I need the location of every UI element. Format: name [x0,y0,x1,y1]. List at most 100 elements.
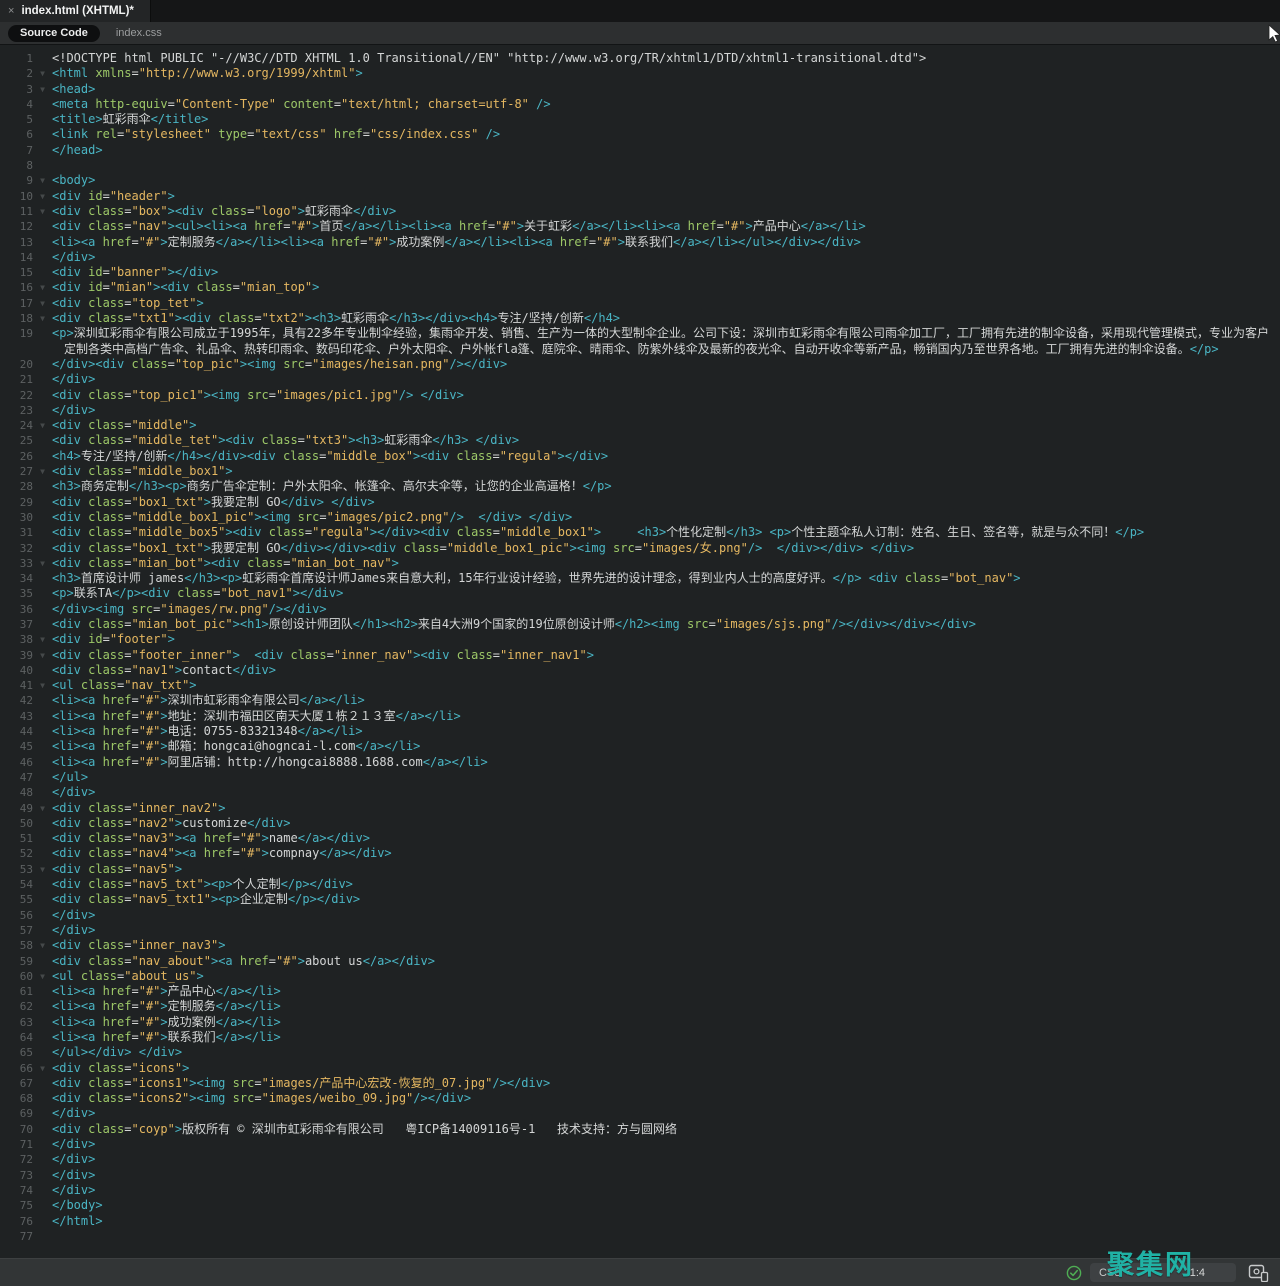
fold-triangle-icon[interactable]: ▼ [33,204,52,219]
code-line[interactable]: 44<li><a href="#">电话：0755-83321348</a></… [0,724,1280,739]
fold-triangle-icon[interactable]: ▼ [33,969,52,984]
code-line[interactable]: 4<meta http-equiv="Content-Type" content… [0,97,1280,112]
code-line[interactable]: 40<div class="nav1">contact</div> [0,663,1280,678]
code-line[interactable]: 55<div class="nav5_txt1"><p>企业定制</p></di… [0,892,1280,907]
fold-triangle-icon[interactable]: ▼ [33,464,52,479]
code-line[interactable]: 58▼<div class="inner_nav3"> [0,938,1280,953]
preview-device-icon[interactable] [1248,1264,1270,1282]
fold-triangle-icon[interactable]: ▼ [33,556,52,571]
code-line[interactable]: 13<li><a href="#">定制服务</a></li><li><a hr… [0,235,1280,250]
fold-triangle-icon[interactable]: ▼ [33,66,52,81]
tab-index-css[interactable]: index.css [116,27,162,39]
code-line[interactable]: 21</div> [0,372,1280,387]
code-area[interactable]: 1<!DOCTYPE html PUBLIC "-//W3C//DTD XHTM… [0,45,1280,1258]
code-line[interactable]: 31<div class="middle_box5"><div class="r… [0,525,1280,540]
code-line[interactable]: 76</html> [0,1214,1280,1229]
code-line[interactable]: 32<div class="box1_txt">我要定制 GO</div></d… [0,541,1280,556]
code-line[interactable]: 10▼<div id="header"> [0,189,1280,204]
code-line[interactable]: 26<h4>专注/坚持/创新</h4></div><div class="mid… [0,449,1280,464]
code-line[interactable]: 65</ul></div> </div> [0,1045,1280,1060]
fold-triangle-icon[interactable]: ▼ [33,173,52,188]
fold-triangle-icon[interactable]: ▼ [33,296,52,311]
code-line[interactable]: 6<link rel="stylesheet" type="text/css" … [0,127,1280,142]
code-line[interactable]: 60▼<ul class="about_us"> [0,969,1280,984]
code-line[interactable]: 57</div> [0,923,1280,938]
code-line[interactable]: 27▼<div class="middle_box1"> [0,464,1280,479]
code-line[interactable]: 42<li><a href="#">深圳市虹彩雨伞有限公司</a></li> [0,693,1280,708]
code-line[interactable]: 30<div class="middle_box1_pic"><img src=… [0,510,1280,525]
code-line[interactable]: 33▼<div class="mian_bot"><div class="mia… [0,556,1280,571]
code-line[interactable]: 70<div class="coyp">版权所有 © 深圳市虹彩雨伞有限公司 粤… [0,1122,1280,1137]
code-line[interactable]: 38▼<div id="footer"> [0,632,1280,647]
fold-triangle-icon[interactable]: ▼ [33,418,52,433]
fold-triangle-icon[interactable]: ▼ [33,1061,52,1076]
code-line[interactable]: 61<li><a href="#">产品中心</a></li> [0,984,1280,999]
code-line[interactable]: 46<li><a href="#">阿里店铺：http://hongcai888… [0,755,1280,770]
code-line[interactable]: 3▼<head> [0,82,1280,97]
code-line[interactable]: 8 [0,158,1280,173]
code-line[interactable]: 69</div> [0,1106,1280,1121]
code-line[interactable]: 63<li><a href="#">成功案例</a></li> [0,1015,1280,1030]
code-line[interactable]: 12<div class="nav"><ul><li><a href="#">首… [0,219,1280,234]
code-line[interactable]: 71</div> [0,1137,1280,1152]
code-line[interactable]: 53▼<div class="nav5"> [0,862,1280,877]
fold-triangle-icon[interactable]: ▼ [33,801,52,816]
code-line[interactable]: 22<div class="top_pic1"><img src="images… [0,388,1280,403]
code-line[interactable]: 5<title>虹彩雨伞</title> [0,112,1280,127]
code-line[interactable]: 35<p>联系TA</p><div class="bot_nav1"></div… [0,586,1280,601]
code-line[interactable]: 34<h3>首席设计师 james</h3><p>虹彩雨伞首席设计师James来… [0,571,1280,586]
code-line[interactable]: 16▼<div id="mian"><div class="mian_top"> [0,280,1280,295]
code-line[interactable]: 29<div class="box1_txt">我要定制 GO</div> </… [0,495,1280,510]
code-line[interactable]: 56</div> [0,908,1280,923]
fold-triangle-icon[interactable]: ▼ [33,938,52,953]
tab-source-code[interactable]: Source Code [8,25,100,42]
fold-triangle-icon[interactable]: ▼ [33,189,52,204]
code-line[interactable]: 11▼<div class="box"><div class="logo">虹彩… [0,204,1280,219]
close-icon[interactable]: × [8,6,14,17]
code-line[interactable]: 41▼<ul class="nav_txt"> [0,678,1280,693]
code-line[interactable]: 47</ul> [0,770,1280,785]
code-line[interactable]: 7</head> [0,143,1280,158]
fold-triangle-icon[interactable]: ▼ [33,862,52,877]
code-line[interactable]: 39▼<div class="footer_inner"> <div class… [0,648,1280,663]
code-line[interactable]: 52<div class="nav4"><a href="#">compnay<… [0,846,1280,861]
code-line[interactable]: 1<!DOCTYPE html PUBLIC "-//W3C//DTD XHTM… [0,51,1280,66]
code-line[interactable]: 15<div id="banner"></div> [0,265,1280,280]
code-line[interactable]: 59<div class="nav_about"><a href="#">abo… [0,954,1280,969]
code-line[interactable]: 36</div><img src="images/rw.png"/></div> [0,602,1280,617]
fold-triangle-icon[interactable]: ▼ [33,648,52,663]
code-line[interactable]: 20</div><div class="top_pic"><img src="i… [0,357,1280,372]
code-line[interactable]: 14</div> [0,250,1280,265]
code-line[interactable]: 54<div class="nav5_txt"><p>个人定制</p></div… [0,877,1280,892]
code-line[interactable]: 50<div class="nav2">customize</div> [0,816,1280,831]
code-line[interactable]: 48</div> [0,785,1280,800]
code-line[interactable]: 17▼<div class="top_tet"> [0,296,1280,311]
code-line[interactable]: 43<li><a href="#">地址：深圳市福田区南天大厦１栋２１３室</a… [0,709,1280,724]
code-line[interactable]: 51<div class="nav3"><a href="#">name</a>… [0,831,1280,846]
code-line[interactable]: 25<div class="middle_tet"><div class="tx… [0,433,1280,448]
code-line[interactable]: 45<li><a href="#">邮箱：hongcai@hogncai-l.c… [0,739,1280,754]
code-line[interactable]: 66▼<div class="icons"> [0,1061,1280,1076]
code-line[interactable]: 75</body> [0,1198,1280,1213]
code-line[interactable]: 64<li><a href="#">联系我们</a></li> [0,1030,1280,1045]
fold-triangle-icon[interactable]: ▼ [33,311,52,326]
code-line[interactable]: 9▼<body> [0,173,1280,188]
fold-triangle-icon[interactable]: ▼ [33,678,52,693]
code-line[interactable]: 37<div class="mian_bot_pic"><h1>原创设计师团队<… [0,617,1280,632]
code-line[interactable]: 28<h3>商务定制</h3><p>商务广告伞定制：户外太阳伞、帐篷伞、高尔夫伞… [0,479,1280,494]
code-line[interactable]: 2▼<html xmlns="http://www.w3.org/1999/xh… [0,66,1280,81]
code-line[interactable]: 18▼<div class="txt1"><div class="txt2"><… [0,311,1280,326]
code-line[interactable]: 74</div> [0,1183,1280,1198]
code-line[interactable]: 67<div class="icons1"><img src="images/产… [0,1076,1280,1091]
tab-index-html[interactable]: × index.html (XHTML)* [0,0,151,22]
code-line[interactable]: 19<p>深圳虹彩雨伞有限公司成立于1995年，具有22多年专业制伞经验，集雨伞… [0,326,1280,357]
code-line[interactable]: 62<li><a href="#">定制服务</a></li> [0,999,1280,1014]
code-line[interactable]: 72</div> [0,1152,1280,1167]
code-line[interactable]: 23</div> [0,403,1280,418]
fold-triangle-icon[interactable]: ▼ [33,280,52,295]
code-line[interactable]: 77 [0,1229,1280,1244]
fold-triangle-icon[interactable]: ▼ [33,632,52,647]
code-line[interactable]: 24▼<div class="middle"> [0,418,1280,433]
code-line[interactable]: 49▼<div class="inner_nav2"> [0,801,1280,816]
code-line[interactable]: 73</div> [0,1168,1280,1183]
